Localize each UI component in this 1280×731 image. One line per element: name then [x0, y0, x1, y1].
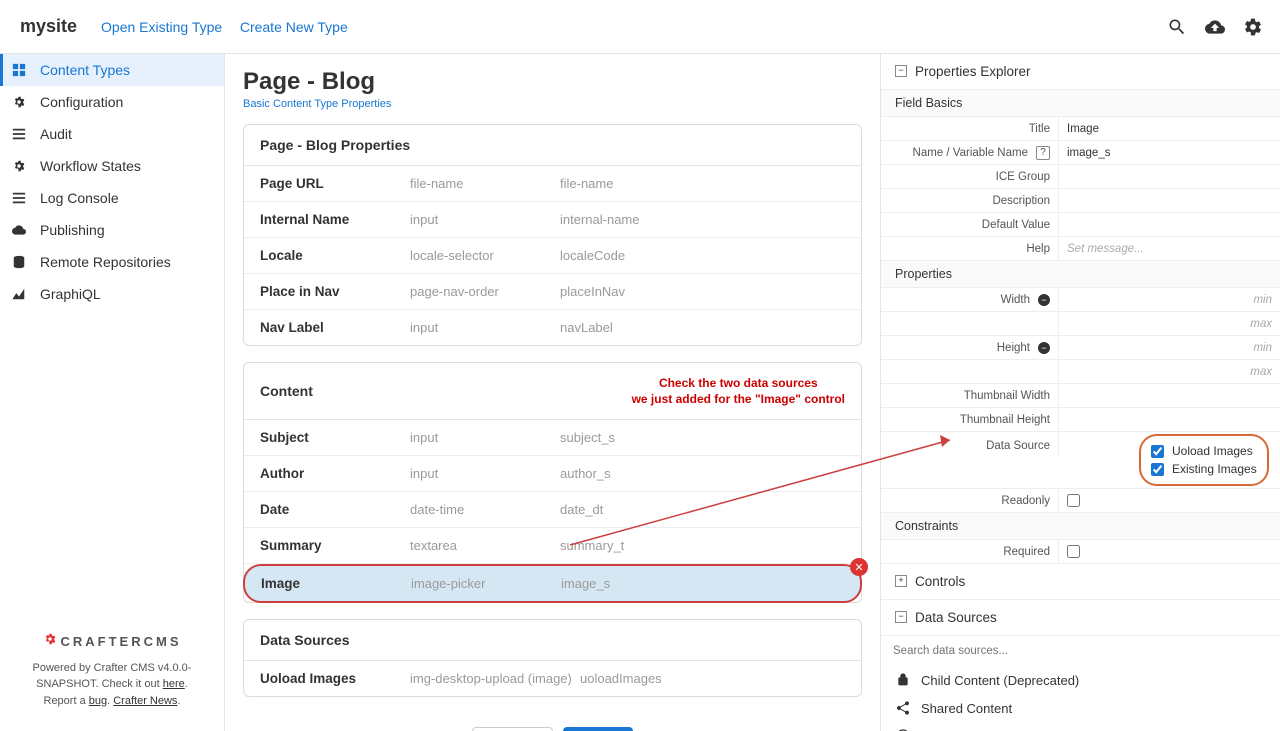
- table-row[interactable]: Authorinputauthor_s: [244, 456, 861, 492]
- sidebar-item-label: Content Types: [40, 62, 130, 78]
- thumb-width-value[interactable]: [1059, 384, 1280, 407]
- help-icon[interactable]: ?: [1036, 146, 1050, 160]
- collapse-icon[interactable]: −: [895, 65, 907, 77]
- crafter-logo: CRAFTERCMS: [20, 632, 204, 652]
- list-icon: [12, 191, 30, 205]
- here-link[interactable]: here: [163, 678, 185, 690]
- page-subtitle[interactable]: Basic Content Type Properties: [243, 98, 862, 110]
- content-panel-head: Content Check the two data sources we ju…: [244, 363, 861, 420]
- table-row[interactable]: Nav LabelinputnavLabel: [244, 310, 861, 345]
- ds-embedded-content[interactable]: Embedded Content: [881, 722, 1280, 731]
- center-panel: Page - Blog Basic Content Type Propertie…: [225, 54, 880, 731]
- ds-child-content[interactable]: Child Content (Deprecated): [881, 666, 1280, 694]
- create-new-type-link[interactable]: Create New Type: [240, 19, 348, 35]
- height-max[interactable]: max: [1059, 360, 1280, 383]
- bug-link[interactable]: bug: [89, 695, 107, 707]
- site-brand: mysite: [20, 16, 77, 37]
- topbar: mysite Open Existing Type Create New Typ…: [0, 0, 1280, 54]
- name-value[interactable]: image_s: [1059, 141, 1280, 164]
- table-row[interactable]: Page URLfile-namefile-name: [244, 166, 861, 202]
- ds-shared-content[interactable]: Shared Content: [881, 694, 1280, 722]
- properties-panel-head: Page - Blog Properties: [244, 125, 861, 166]
- search-data-sources-input[interactable]: [891, 642, 1270, 660]
- sidebar-footer: CRAFTERCMS Powered by Crafter CMS v4.0.0…: [0, 616, 224, 731]
- controls-section[interactable]: +Controls: [881, 564, 1280, 600]
- upload-images-checkbox[interactable]: [1151, 445, 1164, 458]
- chart-icon: [12, 287, 30, 301]
- sidebar-item-label: Workflow States: [40, 158, 141, 174]
- title-value[interactable]: Image: [1059, 117, 1280, 140]
- open-existing-type-link[interactable]: Open Existing Type: [101, 19, 222, 35]
- sidebar-item-workflow-states[interactable]: Workflow States: [0, 150, 224, 182]
- sidebar-item-graphiql[interactable]: GraphiQL: [0, 278, 224, 310]
- minus-icon[interactable]: −: [1038, 342, 1050, 354]
- data-sources-panel: Data Sources Uoload Imagesimg-desktop-up…: [243, 619, 862, 697]
- cancel-button[interactable]: Cancel: [472, 727, 554, 731]
- list-icon: [12, 127, 30, 141]
- sidebar-item-publishing[interactable]: Publishing: [0, 214, 224, 246]
- constraints-header: Constraints: [881, 513, 1280, 540]
- annotation-text: Check the two data sources we just added…: [632, 375, 845, 407]
- gear-icon: [12, 159, 30, 173]
- table-row[interactable]: Place in Navpage-nav-orderplaceInNav: [244, 274, 861, 310]
- sidebar-item-label: Audit: [40, 126, 72, 142]
- grid-icon: [12, 63, 30, 77]
- help-value[interactable]: Set message...: [1059, 237, 1280, 260]
- page-title: Page - Blog: [243, 68, 862, 96]
- field-basics-header: Field Basics: [881, 90, 1280, 117]
- cloud-icon: [12, 223, 30, 237]
- readonly-checkbox[interactable]: [1067, 494, 1080, 507]
- sidebar-item-label: Remote Repositories: [40, 254, 171, 270]
- table-row[interactable]: Subjectinputsubject_s: [244, 420, 861, 456]
- minus-icon[interactable]: −: [1038, 294, 1050, 306]
- save-button[interactable]: Save: [563, 727, 633, 731]
- properties-panel: Page - Blog Properties Page URLfile-name…: [243, 124, 862, 346]
- publish-cloud-icon[interactable]: [1196, 8, 1234, 46]
- table-row[interactable]: Uoload Imagesimg-desktop-upload (image)u…: [244, 661, 861, 696]
- table-row-selected-image[interactable]: Imageimage-pickerimage_s✕: [243, 564, 862, 603]
- sidebar-item-label: Configuration: [40, 94, 123, 110]
- sidebar-item-label: Publishing: [40, 222, 105, 238]
- data-sources-panel-head: Data Sources: [244, 620, 861, 661]
- sidebar-item-log-console[interactable]: Log Console: [0, 182, 224, 214]
- table-row[interactable]: Datedate-timedate_dt: [244, 492, 861, 528]
- width-max[interactable]: max: [1059, 312, 1280, 335]
- expand-icon[interactable]: +: [895, 575, 907, 587]
- default-value[interactable]: [1059, 213, 1280, 236]
- existing-images-checkbox[interactable]: [1151, 463, 1164, 476]
- sidebar-item-remote-repositories[interactable]: Remote Repositories: [0, 246, 224, 278]
- content-panel: Content Check the two data sources we ju…: [243, 362, 862, 603]
- sidebar-item-configuration[interactable]: Configuration: [0, 86, 224, 118]
- thumb-height-value[interactable]: [1059, 408, 1280, 431]
- sidebar-item-label: GraphiQL: [40, 286, 101, 302]
- data-sources-section[interactable]: −Data Sources: [881, 600, 1280, 636]
- collapse-icon[interactable]: −: [895, 611, 907, 623]
- sidebar-item-label: Log Console: [40, 190, 119, 206]
- data-source-highlight: Uoload Images Existing Images: [1139, 434, 1269, 486]
- data-source-option-upload[interactable]: Uoload Images: [1151, 442, 1257, 460]
- delete-row-icon[interactable]: ✕: [850, 558, 868, 576]
- properties-header: Properties: [881, 261, 1280, 288]
- description-value[interactable]: [1059, 189, 1280, 212]
- data-source-option-existing[interactable]: Existing Images: [1151, 460, 1257, 478]
- height-min[interactable]: min: [1059, 336, 1280, 359]
- gear-icon: [12, 95, 30, 109]
- sidebar-item-audit[interactable]: Audit: [0, 118, 224, 150]
- table-row[interactable]: Summarytextareasummary_t: [244, 528, 861, 564]
- table-row[interactable]: Internal Nameinputinternal-name: [244, 202, 861, 238]
- crafter-news-link[interactable]: Crafter News: [113, 695, 177, 707]
- ice-group-value[interactable]: [1059, 165, 1280, 188]
- sidebar: Content Types Configuration Audit Workfl…: [0, 54, 225, 731]
- required-checkbox[interactable]: [1067, 545, 1080, 558]
- table-row[interactable]: Localelocale-selectorlocaleCode: [244, 238, 861, 274]
- properties-explorer-section[interactable]: −Properties Explorer: [881, 54, 1280, 90]
- database-icon: [12, 255, 30, 269]
- sidebar-item-content-types[interactable]: Content Types: [0, 54, 224, 86]
- right-panel: −Properties Explorer Field Basics TitleI…: [880, 54, 1280, 731]
- width-min[interactable]: min: [1059, 288, 1280, 311]
- search-icon[interactable]: [1158, 8, 1196, 46]
- crafter-gear-icon[interactable]: [1234, 8, 1272, 46]
